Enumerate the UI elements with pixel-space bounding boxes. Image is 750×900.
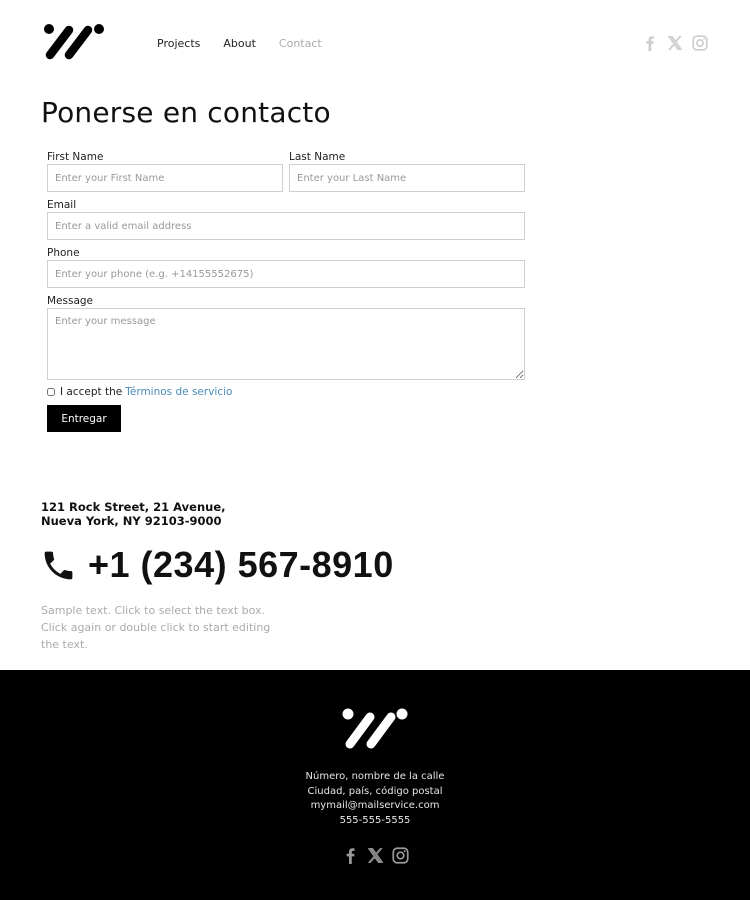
footer-city: Ciudad, país, código postal	[307, 785, 443, 797]
facebook-icon[interactable]	[342, 847, 359, 864]
footer-phone: 555-555-5555	[339, 815, 411, 827]
x-twitter-icon[interactable]	[667, 35, 683, 51]
phone-icon	[44, 551, 73, 579]
terms-prefix: I accept the	[60, 386, 123, 398]
first-name-input[interactable]	[47, 164, 283, 192]
footer-contact-info: Número, nombre de la calle Ciudad, país,…	[0, 770, 750, 829]
phone-block: +1 (234) 567-8910	[40, 544, 394, 586]
last-name-label: Last Name	[289, 151, 346, 163]
terms-checkbox[interactable]	[47, 388, 55, 396]
header-social-links	[642, 35, 708, 51]
nav-about[interactable]: About	[223, 37, 256, 50]
site-header: Projects About Contact	[0, 0, 750, 90]
terms-link[interactable]: Términos de servicio	[125, 386, 232, 398]
email-input[interactable]	[47, 212, 525, 240]
submit-button[interactable]: Entregar	[47, 405, 121, 432]
address-line-2: Nueva York, NY 92103-9000	[41, 514, 222, 528]
message-label: Message	[47, 295, 94, 307]
phone-input[interactable]	[47, 260, 525, 288]
sample-text: Sample text. Click to select the text bo…	[41, 604, 271, 651]
x-twitter-icon[interactable]	[367, 847, 384, 864]
contact-form: First Name Last Name Email Phone Message…	[47, 150, 525, 432]
address-block: 121 Rock Street, 21 Avenue, Nueva York, …	[41, 500, 226, 528]
last-name-input[interactable]	[289, 164, 525, 192]
instagram-icon[interactable]	[692, 35, 708, 51]
footer-social-links	[342, 847, 409, 864]
instagram-icon[interactable]	[392, 847, 409, 864]
address-line-1: 121 Rock Street, 21 Avenue,	[41, 500, 226, 514]
page-title: Ponerse en contacto	[41, 96, 331, 129]
footer-email: mymail@mailservice.com	[310, 800, 440, 812]
facebook-icon[interactable]	[642, 35, 658, 51]
nav-contact[interactable]: Contact	[279, 37, 322, 50]
main-nav: Projects About Contact	[157, 37, 322, 50]
message-textarea[interactable]	[47, 308, 525, 380]
footer-logo-icon[interactable]	[341, 706, 409, 752]
nav-projects[interactable]: Projects	[157, 37, 200, 50]
site-footer: Número, nombre de la calle Ciudad, país,…	[0, 670, 750, 900]
footer-street: Número, nombre de la calle	[305, 771, 445, 782]
terms-row: I accept the Términos de servicio	[47, 386, 525, 398]
phone-label: Phone	[47, 247, 80, 259]
brand-logo-icon[interactable]	[42, 22, 106, 62]
email-label: Email	[47, 199, 77, 211]
first-name-label: First Name	[47, 151, 104, 163]
phone-number: +1 (234) 567-8910	[88, 544, 394, 585]
